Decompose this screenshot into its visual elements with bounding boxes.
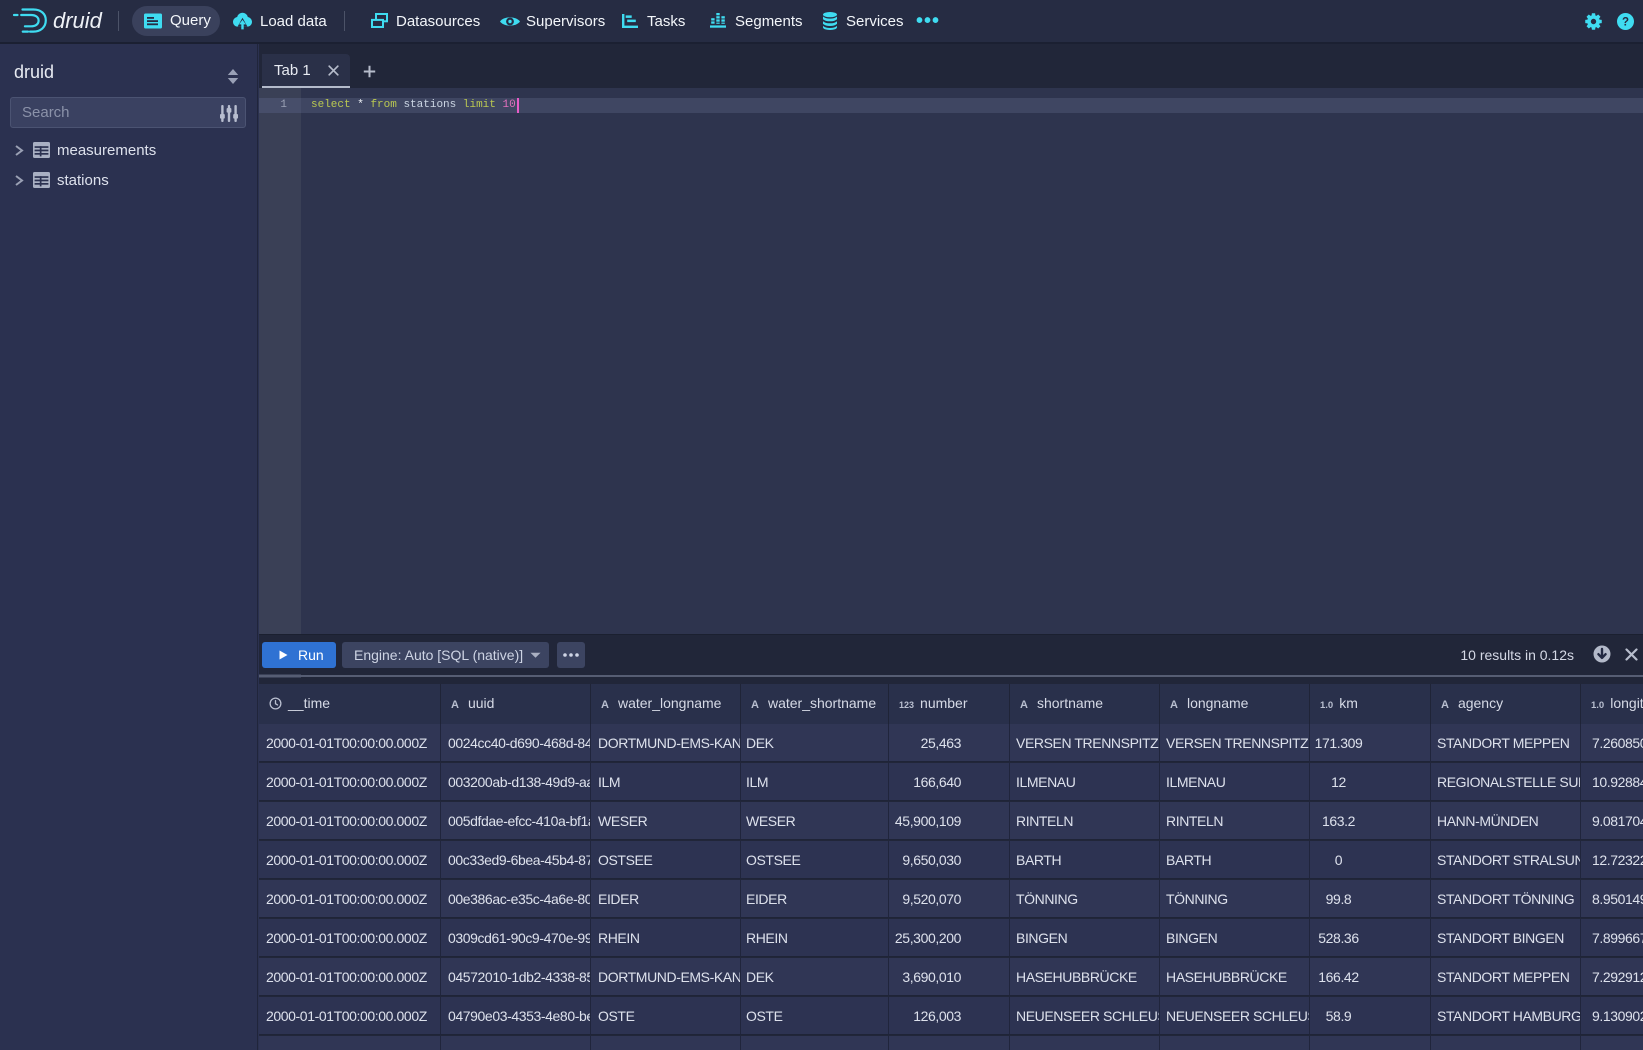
- svg-text:?: ?: [1622, 17, 1629, 29]
